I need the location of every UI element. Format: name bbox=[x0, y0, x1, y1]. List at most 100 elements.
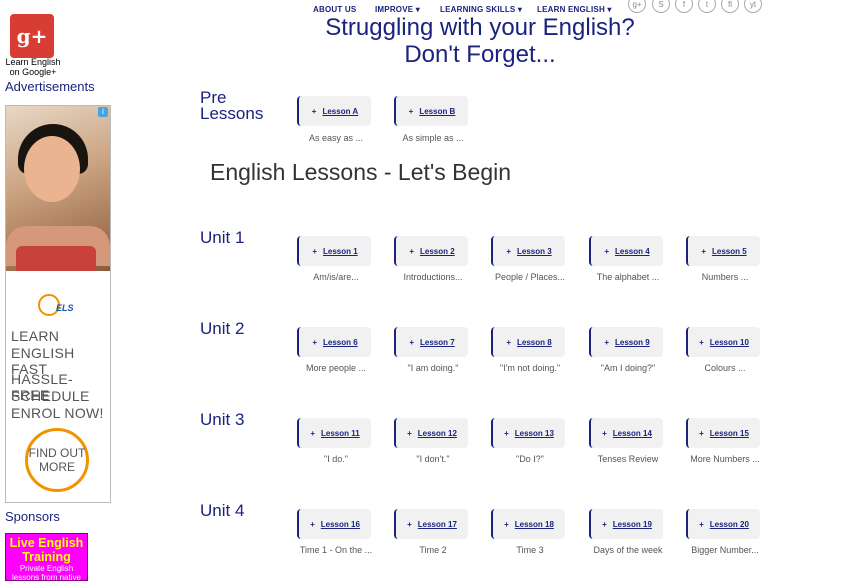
lesson-20-label: Lesson 20 bbox=[709, 519, 749, 529]
nav-learning-skills[interactable]: LEARNING SKILLS ▾ bbox=[440, 5, 522, 14]
nav-learn-english-label: LEARN ENGLISH bbox=[537, 5, 605, 14]
lesson-8-button[interactable]: + Lesson 8 bbox=[491, 327, 565, 357]
lesson-9-button[interactable]: + Lesson 9 bbox=[589, 327, 663, 357]
lesson-3-button[interactable]: + Lesson 3 bbox=[491, 236, 565, 266]
lesson-13-label: Lesson 13 bbox=[514, 428, 554, 438]
lesson-15-button[interactable]: + Lesson 15 bbox=[686, 418, 760, 448]
youtube-icon[interactable]: yt bbox=[744, 0, 762, 13]
twitter-icon[interactable]: t bbox=[698, 0, 716, 13]
lesson-12-button[interactable]: + Lesson 12 bbox=[394, 418, 468, 448]
nav-improve-label: IMPROVE bbox=[375, 5, 414, 14]
plus-icon: + bbox=[310, 519, 315, 529]
lesson-17-button[interactable]: + Lesson 17 bbox=[394, 509, 468, 539]
lesson-12-description: "I don't." bbox=[416, 454, 450, 464]
lesson-1-description: Am/is/are... bbox=[313, 272, 359, 282]
els-logo: ELS bbox=[38, 294, 78, 316]
lesson-7-button[interactable]: + Lesson 7 bbox=[394, 327, 468, 357]
lesson-2-label: Lesson 2 bbox=[419, 246, 455, 256]
lesson-1-button[interactable]: + Lesson 1 bbox=[297, 236, 371, 266]
lesson-12-label: Lesson 12 bbox=[417, 428, 457, 438]
lesson-b-button[interactable]: + Lesson B bbox=[394, 96, 468, 126]
advertisements-heading: Advertisements bbox=[5, 79, 95, 94]
lesson-a-label: Lesson A bbox=[322, 106, 359, 116]
nav-about-us[interactable]: ABOUT US bbox=[313, 5, 356, 14]
nav-learning-skills-label: LEARNING SKILLS bbox=[440, 5, 516, 14]
plus-icon: + bbox=[506, 246, 511, 256]
chevron-down-icon: ▾ bbox=[517, 5, 523, 14]
plus-icon: + bbox=[506, 337, 511, 347]
lesson-13-description: "Do I?" bbox=[516, 454, 544, 464]
lesson-b-label: Lesson B bbox=[419, 106, 456, 116]
advertisement-banner[interactable]: i ELS LEARN ENGLISH FAST HASSLE-FREE SCH… bbox=[5, 105, 111, 503]
lesson-4-label: Lesson 4 bbox=[614, 246, 650, 256]
ad-text-line5: ENROL NOW! bbox=[11, 405, 104, 421]
lesson-7-description: "I am doing." bbox=[407, 363, 459, 373]
ad-text-line4: SCHEDULE bbox=[11, 388, 90, 404]
ad-photo-face bbox=[24, 136, 80, 202]
lesson-6-label: Lesson 6 bbox=[322, 337, 358, 347]
lesson-4-button[interactable]: + Lesson 4 bbox=[589, 236, 663, 266]
lesson-10-button[interactable]: + Lesson 10 bbox=[686, 327, 760, 357]
plus-icon: + bbox=[407, 428, 412, 438]
lesson-18-label: Lesson 18 bbox=[514, 519, 554, 529]
gplus-caption-line2: on Google+ bbox=[9, 67, 57, 77]
headline-line1: Struggling with your English? bbox=[325, 14, 635, 41]
lesson-20-button[interactable]: + Lesson 20 bbox=[686, 509, 760, 539]
chevron-down-icon: ▾ bbox=[607, 5, 612, 14]
lesson-19-label: Lesson 19 bbox=[612, 519, 652, 529]
lesson-16-button[interactable]: + Lesson 16 bbox=[297, 509, 371, 539]
sponsor-subtitle: Private English lessons from native bbox=[12, 564, 81, 582]
lesson-11-description: "I do." bbox=[324, 454, 348, 464]
lesson-14-description: Tenses Review bbox=[597, 454, 659, 464]
google-plus-social-icon[interactable]: g+ bbox=[628, 0, 646, 13]
lesson-6-button[interactable]: + Lesson 6 bbox=[297, 327, 371, 357]
plus-icon: + bbox=[602, 428, 607, 438]
nav-improve[interactable]: IMPROVE ▾ bbox=[375, 5, 420, 14]
lesson-1-label: Lesson 1 bbox=[322, 246, 358, 256]
pre-lessons-label-line2: Lessons bbox=[200, 104, 264, 123]
skype-icon[interactable]: S bbox=[652, 0, 670, 13]
plus-icon: + bbox=[409, 246, 414, 256]
google-plus-caption[interactable]: Learn English on Google+ bbox=[4, 57, 62, 77]
plus-icon: + bbox=[699, 337, 704, 347]
flickr-icon[interactable]: fl bbox=[721, 0, 739, 13]
nav-learn-english[interactable]: LEARN ENGLISH ▾ bbox=[537, 5, 612, 14]
lesson-a-button[interactable]: + Lesson A bbox=[297, 96, 371, 126]
unit-1-label: Unit 1 bbox=[200, 228, 245, 247]
els-logo-text: ELS bbox=[56, 303, 74, 313]
plus-icon: + bbox=[604, 337, 609, 347]
plus-icon: + bbox=[409, 337, 414, 347]
page-headline: Struggling with your English? Don't Forg… bbox=[290, 14, 670, 68]
sponsor-banner[interactable]: Live English Training Private English le… bbox=[5, 533, 88, 582]
lesson-19-button[interactable]: + Lesson 19 bbox=[589, 509, 663, 539]
lesson-10-label: Lesson 10 bbox=[709, 337, 749, 347]
lesson-13-button[interactable]: + Lesson 13 bbox=[491, 418, 565, 448]
google-plus-icon[interactable]: g+ bbox=[10, 14, 54, 58]
ad-find-out-more-button[interactable]: FIND OUT MORE bbox=[25, 428, 89, 492]
lesson-a-description: As easy as ... bbox=[308, 133, 364, 143]
lesson-18-button[interactable]: + Lesson 18 bbox=[491, 509, 565, 539]
ad-photo bbox=[6, 106, 110, 271]
lesson-11-button[interactable]: + Lesson 11 bbox=[297, 418, 371, 448]
facebook-icon[interactable]: f bbox=[675, 0, 693, 13]
sponsor-title-line1: Live English bbox=[9, 536, 84, 550]
lesson-19-description: Days of the week bbox=[593, 545, 663, 555]
lesson-9-label: Lesson 9 bbox=[614, 337, 650, 347]
ad-text-line1: LEARN bbox=[11, 328, 60, 344]
plus-icon: + bbox=[602, 519, 607, 529]
lesson-5-button[interactable]: + Lesson 5 bbox=[686, 236, 760, 266]
headline-line2: Don't Forget... bbox=[404, 41, 556, 68]
lesson-16-description: Time 1 - On the ... bbox=[299, 545, 373, 555]
plus-icon: + bbox=[699, 428, 704, 438]
chevron-down-icon: ▾ bbox=[415, 5, 420, 14]
plus-icon: + bbox=[407, 519, 412, 529]
plus-icon: + bbox=[504, 519, 509, 529]
ad-cta-line1: FIND OUT bbox=[28, 446, 86, 460]
sponsor-title: Live English Training bbox=[6, 534, 87, 564]
plus-icon: + bbox=[311, 106, 317, 116]
lesson-14-button[interactable]: + Lesson 14 bbox=[589, 418, 663, 448]
lesson-2-description: Introductions... bbox=[403, 272, 463, 282]
lesson-5-description: Numbers ... bbox=[701, 272, 749, 282]
lesson-2-button[interactable]: + Lesson 2 bbox=[394, 236, 468, 266]
ad-info-icon[interactable]: i bbox=[98, 107, 108, 117]
